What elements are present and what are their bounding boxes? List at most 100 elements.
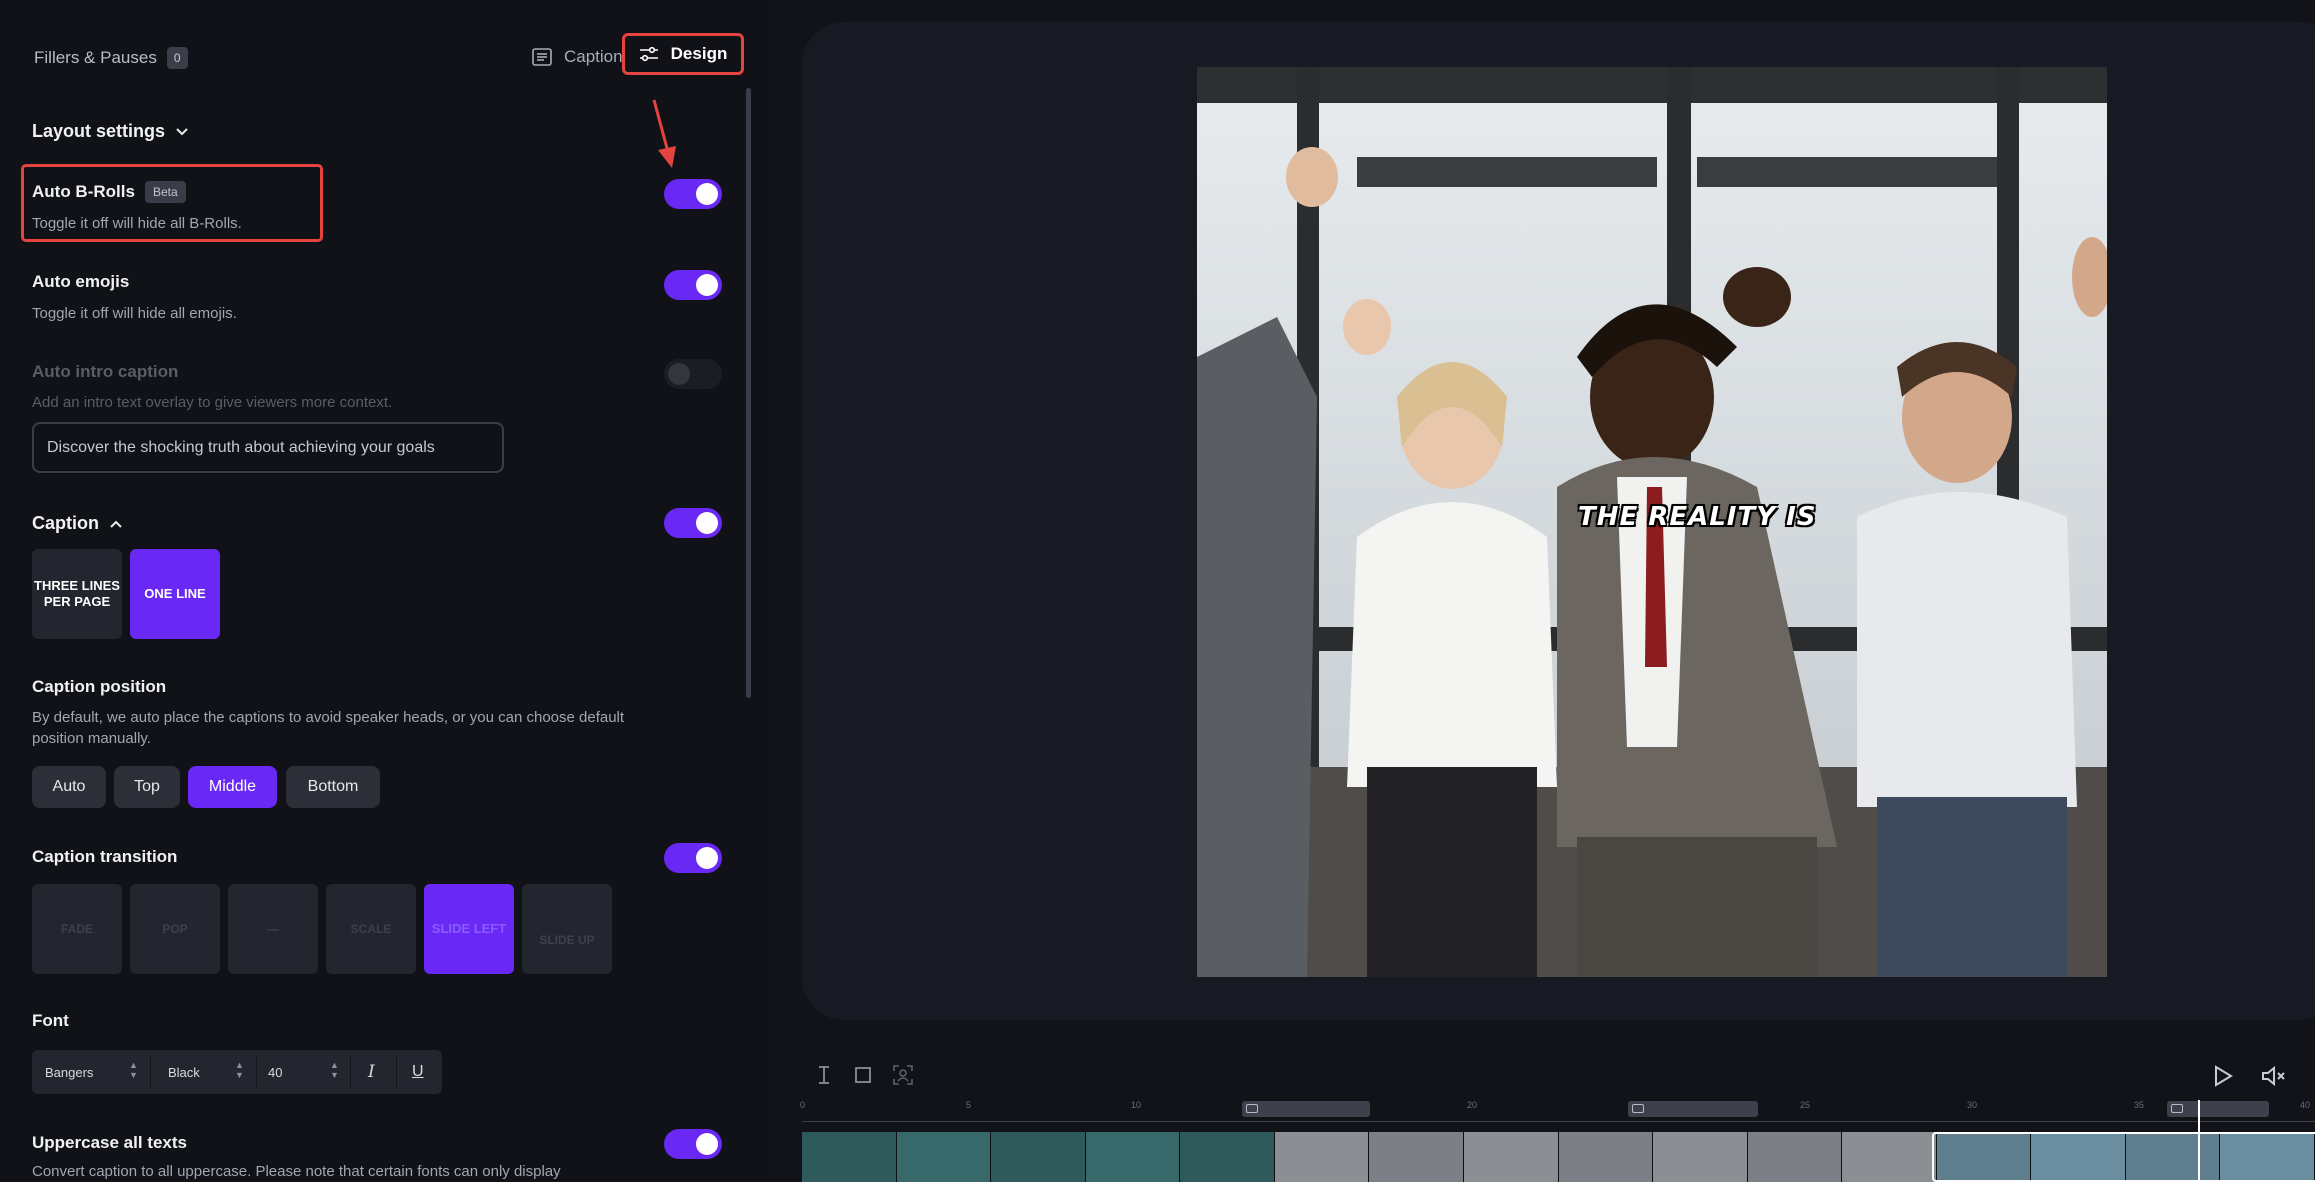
auto-emojis-title: Auto emojis bbox=[32, 272, 130, 291]
timeline-ruler[interactable] bbox=[802, 1098, 2315, 1128]
caption-toggle[interactable] bbox=[664, 508, 722, 538]
uppercase-description: Convert caption to all uppercase. Please… bbox=[32, 1163, 561, 1180]
intro-caption-input[interactable]: Discover the shocking truth about achiev… bbox=[32, 422, 504, 473]
caption-overlay-text[interactable]: THE REALITY IS bbox=[1578, 502, 1816, 532]
filmstrip-frame bbox=[896, 1132, 992, 1182]
layout-settings-title: Layout settings bbox=[32, 121, 166, 141]
font-size-input[interactable]: 40 bbox=[268, 1050, 328, 1094]
volume-icon[interactable] bbox=[2260, 1064, 2286, 1088]
font-controls: Bangers ▲ ▼ Black ▲ ▼ 40 ▲ ▼ I U bbox=[32, 1050, 442, 1094]
list-icon bbox=[532, 48, 552, 66]
position-middle-button[interactable]: Middle bbox=[188, 766, 277, 808]
ruler-baseline bbox=[802, 1121, 2315, 1122]
caption-transition-title: Caption transition bbox=[32, 847, 178, 866]
transition-none-tile[interactable]: — bbox=[228, 884, 318, 974]
caption-header[interactable]: Caption bbox=[32, 513, 123, 534]
filmstrip-frame bbox=[1180, 1132, 1275, 1182]
panel-scrollbar[interactable] bbox=[746, 88, 751, 698]
italic-button[interactable]: I bbox=[368, 1050, 388, 1094]
panel-header: Fillers & Pauses 0 Caption Design bbox=[0, 0, 770, 168]
transition-slide-up-tile[interactable]: SLIDE UP bbox=[522, 884, 612, 974]
position-top-button[interactable]: Top bbox=[114, 766, 180, 808]
auto-brolls-description: Toggle it off will hide all B-Rolls. bbox=[32, 215, 242, 232]
filmstrip-frame bbox=[991, 1132, 1086, 1182]
broll-marker[interactable] bbox=[1628, 1101, 1758, 1117]
font-size-stepper-icon[interactable]: ▲ ▼ bbox=[330, 1060, 339, 1080]
transition-pop-tile[interactable]: POP bbox=[130, 884, 220, 974]
position-bottom-button[interactable]: Bottom bbox=[286, 766, 380, 808]
chevron-down-icon bbox=[176, 127, 188, 135]
divider bbox=[256, 1056, 257, 1088]
image-icon bbox=[1632, 1104, 1644, 1113]
filmstrip-frame bbox=[1747, 1132, 1843, 1182]
toggle-knob bbox=[696, 1133, 718, 1155]
broll-marker[interactable] bbox=[1242, 1101, 1370, 1117]
selected-clip[interactable] bbox=[1932, 1132, 2315, 1182]
filmstrip-frame bbox=[1463, 1132, 1559, 1182]
auto-emojis-description: Toggle it off will hide all emojis. bbox=[32, 305, 237, 322]
uppercase-toggle[interactable] bbox=[664, 1129, 722, 1159]
auto-brolls-toggle[interactable] bbox=[664, 179, 722, 209]
caption-transition-toggle[interactable] bbox=[664, 843, 722, 873]
settings-panel: Fillers & Pauses 0 Caption Design Layout… bbox=[0, 0, 770, 1182]
layout-settings-header[interactable]: Layout settings bbox=[32, 121, 189, 142]
font-title: Font bbox=[32, 1011, 69, 1030]
play-icon[interactable] bbox=[2210, 1064, 2234, 1088]
filmstrip-frame bbox=[802, 1132, 897, 1182]
broll-marker[interactable] bbox=[2167, 1101, 2269, 1117]
tab-design[interactable]: Design bbox=[622, 33, 744, 75]
transition-scale-tile[interactable]: SCALE bbox=[326, 884, 416, 974]
fillers-pauses-label: Fillers & Pauses bbox=[34, 48, 157, 67]
transition-slide-left-tile[interactable]: SLIDE LEFT bbox=[424, 884, 514, 974]
auto-intro-toggle[interactable] bbox=[664, 359, 722, 389]
auto-emojis-toggle[interactable] bbox=[664, 270, 722, 300]
crop-icon[interactable] bbox=[853, 1064, 873, 1086]
chevron-up-icon bbox=[110, 520, 122, 528]
filmstrip-frame bbox=[1842, 1132, 1937, 1182]
toggle-knob bbox=[696, 274, 718, 296]
font-family-value: Bangers bbox=[45, 1064, 94, 1080]
filmstrip-frame bbox=[1369, 1132, 1464, 1182]
auto-intro-description: Add an intro text overlay to give viewer… bbox=[32, 394, 393, 411]
font-weight-value: Black bbox=[168, 1064, 200, 1080]
tab-design-label: Design bbox=[670, 44, 728, 63]
caption-style-one-line[interactable]: ONE LINE bbox=[130, 549, 220, 639]
divider bbox=[350, 1056, 351, 1088]
auto-brolls-heading: Auto B-Rolls Beta bbox=[32, 181, 186, 203]
filmstrip-frame bbox=[1085, 1132, 1181, 1182]
font-size-value: 40 bbox=[268, 1064, 283, 1080]
tick-label: 30 bbox=[1967, 1100, 1978, 1110]
image-icon bbox=[1246, 1104, 1258, 1113]
underline-button[interactable]: U bbox=[412, 1050, 432, 1094]
beta-badge: Beta bbox=[144, 181, 186, 203]
tab-caption[interactable]: Caption bbox=[532, 47, 623, 67]
toggle-knob bbox=[696, 847, 718, 869]
position-auto-button[interactable]: Auto bbox=[32, 766, 106, 808]
caption-style-three-lines[interactable]: THREE LINES PER PAGE bbox=[32, 549, 122, 639]
toggle-knob bbox=[696, 183, 718, 205]
transition-fade-tile[interactable]: FADE bbox=[32, 884, 122, 974]
auto-intro-title: Auto intro caption bbox=[32, 362, 179, 381]
sliders-icon bbox=[639, 46, 658, 62]
font-weight-chevrons-icon[interactable]: ▲ ▼ bbox=[235, 1060, 244, 1080]
annotation-arrow-icon bbox=[652, 99, 676, 168]
fillers-pauses-tab[interactable]: Fillers & Pauses 0 bbox=[34, 47, 188, 69]
divider bbox=[150, 1056, 151, 1088]
filmstrip-frame bbox=[1274, 1132, 1370, 1182]
filmstrip-frame bbox=[1558, 1132, 1654, 1182]
tick-label: 20 bbox=[1467, 1100, 1478, 1110]
toggle-knob bbox=[696, 512, 718, 534]
tick-label: 5 bbox=[966, 1100, 972, 1110]
divider bbox=[396, 1056, 397, 1088]
uppercase-title: Uppercase all texts bbox=[32, 1133, 187, 1152]
split-icon[interactable] bbox=[814, 1064, 834, 1086]
tab-caption-label: Caption bbox=[564, 47, 623, 66]
playhead[interactable] bbox=[2198, 1100, 2200, 1182]
font-family-chevrons-icon[interactable]: ▲ ▼ bbox=[129, 1060, 138, 1080]
filmstrip-frame bbox=[1653, 1132, 1748, 1182]
fillers-count-badge: 0 bbox=[166, 47, 188, 69]
caption-position-title: Caption position bbox=[32, 677, 167, 696]
face-frame-icon[interactable] bbox=[892, 1064, 914, 1086]
caption-position-description: By default, we auto place the captions t… bbox=[32, 709, 625, 747]
tick-label: 35 bbox=[2134, 1100, 2145, 1110]
